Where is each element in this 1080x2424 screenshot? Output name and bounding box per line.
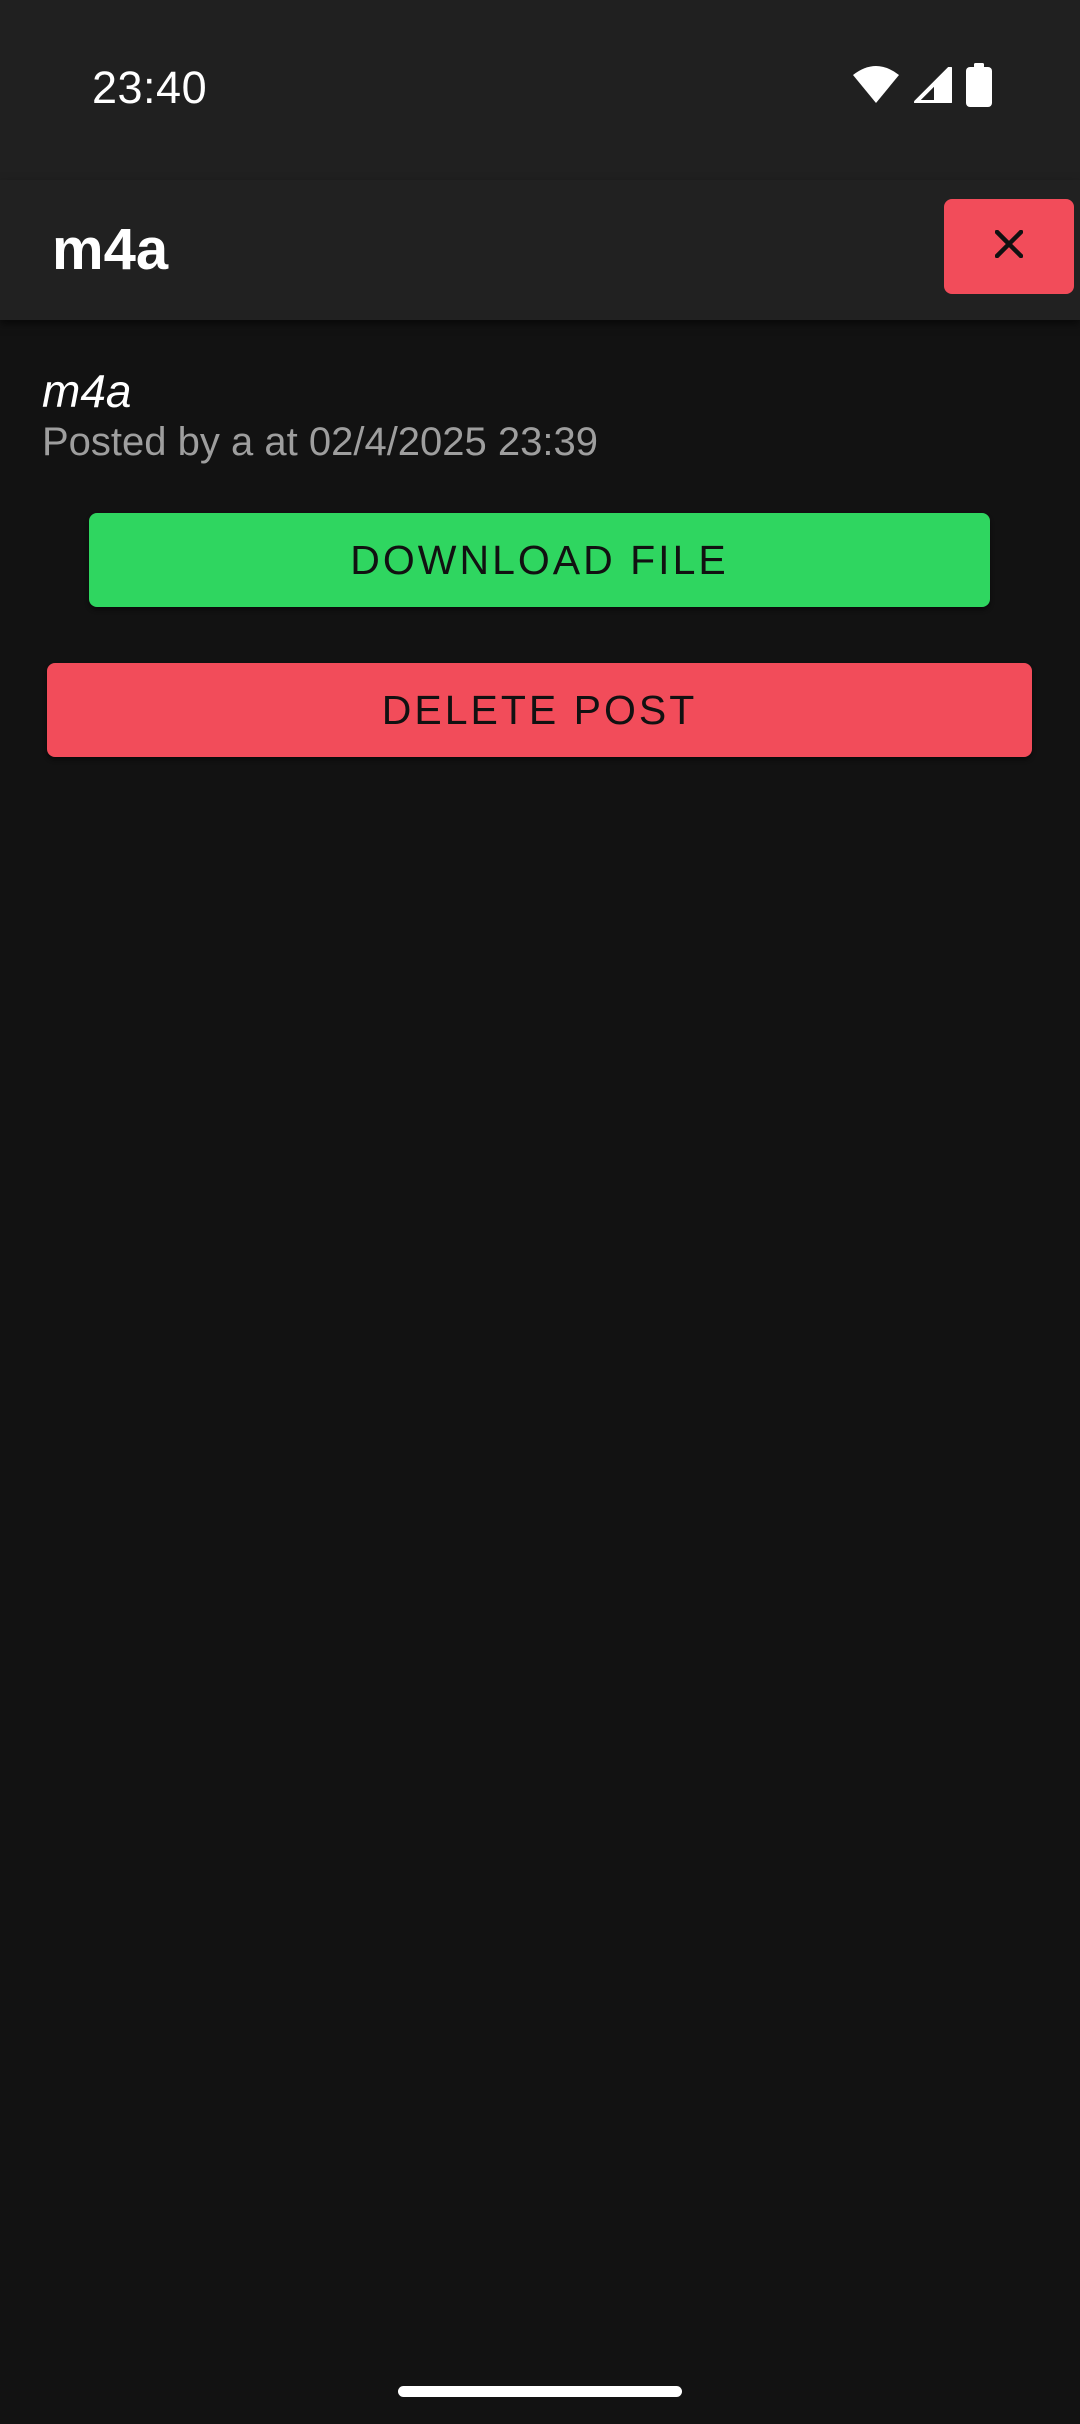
page-title: m4a bbox=[52, 217, 169, 282]
delete-post-button[interactable]: DELETE POST bbox=[47, 663, 1032, 757]
close-button[interactable] bbox=[944, 199, 1074, 294]
wifi-icon bbox=[852, 65, 900, 105]
app-bar: m4a bbox=[0, 180, 1080, 320]
post-title: m4a bbox=[42, 365, 132, 417]
status-icons bbox=[852, 62, 992, 108]
status-time: 23:40 bbox=[92, 62, 208, 113]
close-icon bbox=[994, 229, 1024, 263]
cellular-signal-icon bbox=[914, 67, 952, 103]
status-bar: 23:40 bbox=[0, 0, 1080, 180]
post-meta: Posted by a at 02/4/2025 23:39 bbox=[42, 420, 598, 464]
battery-icon bbox=[966, 63, 992, 107]
home-indicator[interactable] bbox=[398, 2386, 682, 2397]
download-file-button[interactable]: DOWNLOAD FILE bbox=[89, 513, 990, 607]
